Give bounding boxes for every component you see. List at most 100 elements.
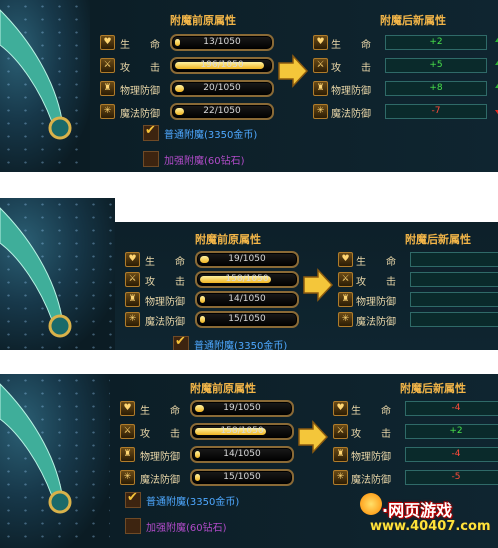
- checkbox-icon: ✔: [145, 123, 156, 138]
- new-value-atk: +2: [405, 424, 498, 439]
- new-label-mdef: 魔法防御: [351, 475, 391, 486]
- new-value-hp: [410, 252, 498, 267]
- attr-label-mdef: 魔法防御: [120, 109, 160, 120]
- current-value-atk: 158/1050: [195, 271, 299, 288]
- blade-icon: [0, 207, 72, 338]
- new-text: -7: [431, 106, 441, 116]
- new-label-mdef: 魔法防御: [331, 109, 371, 120]
- normal-enchant-checkbox[interactable]: ✔: [173, 334, 189, 350]
- current-value-hp: 13/1050: [170, 34, 274, 51]
- sword-icon: ⚔: [333, 424, 348, 439]
- new-text: +5: [429, 60, 443, 70]
- normal-enchant-label[interactable]: 普通附魔(3350金币): [194, 337, 287, 350]
- magic-star-icon: ✳: [333, 470, 348, 485]
- magic-star-icon: ✳: [338, 312, 353, 327]
- new-value-atk: +5: [385, 58, 487, 73]
- current-text: 15/1050: [223, 472, 261, 482]
- heart-icon: ♥: [120, 401, 135, 416]
- new-text: -4: [451, 449, 461, 459]
- sword-icon: ⚔: [313, 58, 328, 73]
- attr-label-hp: 生 命: [140, 406, 180, 417]
- new-label-atk: 攻 击: [331, 63, 371, 74]
- current-value-hp: 19/1050: [190, 400, 294, 417]
- current-text: 15/1050: [228, 314, 266, 324]
- new-text: -5: [451, 472, 461, 482]
- after-title: 附魔后新属性: [380, 14, 446, 27]
- logo-burst-icon: [360, 493, 382, 515]
- blade-icon: [0, 383, 72, 514]
- armor-icon: ♜: [338, 292, 353, 307]
- sword-icon: ⚔: [100, 58, 115, 73]
- story-text: 深渊大军已经开始进攻世界了！勇士们，拿起你们的神兵，将这肮脏的邪恶送入 无尽的地…: [135, 198, 485, 219]
- checkbox-icon: ✔: [127, 490, 138, 505]
- attr-label-hp: 生 命: [145, 257, 185, 268]
- new-text: -4: [451, 403, 461, 413]
- current-text: 196/1050: [200, 60, 244, 70]
- attr-label-atk: 攻 击: [120, 63, 160, 74]
- normal-enchant-label[interactable]: 普通附魔(3350金币): [146, 493, 239, 508]
- normal-enchant-checkbox[interactable]: ✔: [143, 123, 159, 141]
- current-text: 19/1050: [228, 254, 266, 264]
- new-label-hp: 生 命: [331, 40, 371, 51]
- current-text: 19/1050: [223, 403, 261, 413]
- current-value-hp: 19/1050: [195, 251, 299, 268]
- current-text: 14/1050: [223, 449, 261, 459]
- strong-enchant-checkbox[interactable]: [143, 151, 159, 167]
- armor-icon: ♜: [120, 447, 135, 462]
- blade-icon: [0, 9, 72, 140]
- normal-enchant-label[interactable]: 普通附魔(3350金币): [164, 126, 257, 141]
- new-text: +2: [429, 37, 443, 47]
- logo-line-1: ·网页游戏: [382, 501, 453, 520]
- right-arrow-icon: [303, 268, 334, 302]
- attr-label-mdef: 魔法防御: [145, 317, 185, 328]
- new-label-hp: 生 命: [351, 406, 391, 417]
- strong-enchant-label[interactable]: 加强附魔(60钻石): [146, 519, 227, 534]
- magic-star-icon: ✳: [125, 312, 140, 327]
- current-value-pdef: 14/1050: [190, 446, 294, 463]
- current-value-pdef: 20/1050: [170, 80, 274, 97]
- sword-icon: ⚔: [125, 272, 140, 287]
- new-value-hp: +2: [385, 35, 487, 50]
- current-value-mdef: 15/1050: [190, 469, 294, 486]
- sword-icon: ⚔: [338, 272, 353, 287]
- weapon-artwork: [0, 0, 90, 172]
- after-title: 附魔后新属性: [400, 382, 466, 395]
- current-value-mdef: 15/1050: [195, 311, 299, 328]
- armor-icon: ♜: [313, 81, 328, 96]
- magic-star-icon: ✳: [100, 104, 115, 119]
- logo-line-2: www.40407.com: [370, 519, 491, 534]
- new-label-atk: 攻 击: [351, 429, 391, 440]
- strong-enchant-label[interactable]: 加强附魔(60钻石): [164, 152, 245, 167]
- attr-label-hp: 生 命: [120, 40, 160, 51]
- attr-label-pdef: 物理防御: [120, 86, 160, 97]
- new-value-pdef: +8: [385, 81, 487, 96]
- current-text: 14/1050: [228, 294, 266, 304]
- new-text: +2: [449, 426, 463, 436]
- current-value-pdef: 14/1050: [195, 291, 299, 308]
- new-label-atk: 攻 击: [356, 277, 396, 288]
- current-text: 13/1050: [203, 37, 241, 47]
- new-label-pdef: 物理防御: [351, 452, 391, 463]
- new-value-atk: [410, 272, 498, 287]
- new-value-pdef: [410, 292, 498, 307]
- normal-enchant-checkbox[interactable]: ✔: [125, 490, 141, 508]
- strong-enchant-checkbox[interactable]: [125, 518, 141, 534]
- heart-icon: ♥: [100, 35, 115, 50]
- current-value-mdef: 22/1050: [170, 103, 274, 120]
- new-value-hp: -4: [405, 401, 498, 416]
- current-value-atk: 158/1050: [190, 423, 294, 440]
- weapon-artwork: [0, 374, 110, 548]
- heart-icon: ♥: [333, 401, 348, 416]
- current-text: 20/1050: [203, 83, 241, 93]
- heart-icon: ♥: [313, 35, 328, 50]
- current-text: 158/1050: [220, 426, 264, 436]
- attr-label-pdef: 物理防御: [140, 452, 180, 463]
- current-text: 22/1050: [203, 106, 241, 116]
- armor-icon: ♜: [333, 447, 348, 462]
- new-label-hp: 生 命: [356, 257, 396, 268]
- before-title: 附魔前原属性: [190, 382, 256, 395]
- before-title: 附魔前原属性: [195, 233, 261, 246]
- magic-star-icon: ✳: [120, 470, 135, 485]
- right-arrow-icon: [278, 54, 309, 88]
- enchant-panel-1: 附魔前原属性 附魔后新属性 ♥ 生 命 13/1050 ♥ 生 命 +2 ⚔ 攻 击 196/105…: [0, 0, 498, 172]
